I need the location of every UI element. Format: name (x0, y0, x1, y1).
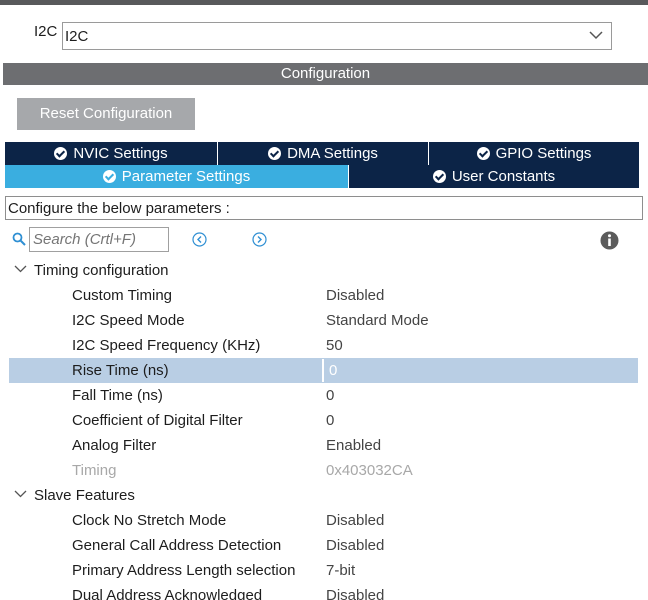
group-label: Timing configuration (34, 262, 169, 279)
mode-label: I2C (34, 23, 58, 40)
param-value[interactable]: 0 (326, 412, 334, 429)
param-value: 0x403032CA (326, 462, 413, 479)
param-row[interactable]: Fall Time (ns) 0 (9, 383, 638, 408)
param-row[interactable]: Custom Timing Disabled (9, 283, 638, 308)
param-row[interactable]: I2C Speed Frequency (KHz) 50 (9, 333, 638, 358)
param-value[interactable]: Enabled (326, 437, 381, 454)
param-value[interactable]: 50 (326, 337, 343, 354)
search-previous-icon[interactable] (192, 232, 207, 247)
param-name: Dual Address Acknowledged (72, 587, 263, 600)
param-value[interactable]: 7-bit (326, 562, 355, 579)
param-value[interactable]: 0 (326, 387, 334, 404)
param-name: Fall Time (ns) (72, 387, 163, 404)
param-value[interactable]: Standard Mode (326, 312, 429, 329)
tab-nvic-settings[interactable]: NVIC Settings (5, 142, 218, 165)
param-row[interactable]: I2C Speed Mode Standard Mode (9, 308, 638, 333)
search-input[interactable] (29, 227, 169, 252)
param-value[interactable]: Disabled (326, 287, 384, 304)
group-label: Slave Features (34, 487, 135, 504)
tab-user-constants[interactable]: User Constants (349, 165, 639, 188)
tab-gpio-settings[interactable]: GPIO Settings (429, 142, 639, 165)
check-icon (102, 170, 116, 183)
param-row[interactable]: Primary Address Length selection 7-bit (9, 558, 638, 583)
mode-select-value: I2C (65, 28, 89, 45)
group-slave-features[interactable]: Slave Features (9, 483, 638, 508)
param-row[interactable]: Dual Address Acknowledged Disabled (9, 583, 638, 600)
tab-dma-settings[interactable]: DMA Settings (218, 142, 429, 165)
param-name: Coefficient of Digital Filter (72, 412, 243, 429)
mode-row: I2C I2C (0, 5, 648, 61)
info-icon[interactable] (600, 231, 619, 250)
check-icon (476, 147, 490, 160)
param-value[interactable]: Disabled (326, 587, 384, 600)
parameters-hint: Configure the below parameters : (8, 200, 230, 217)
param-name: Rise Time (ns) (72, 362, 169, 379)
param-name: Timing (72, 462, 117, 479)
check-icon (432, 170, 446, 183)
tab-label: NVIC Settings (73, 144, 168, 162)
param-name: Primary Address Length selection (72, 562, 296, 579)
param-value[interactable]: Disabled (326, 512, 384, 529)
chevron-down-icon (14, 490, 27, 498)
chevron-down-icon (589, 31, 603, 40)
param-value[interactable]: Disabled (326, 537, 384, 554)
param-row-disabled: Timing 0x403032CA (9, 458, 638, 483)
configuration-title-bar: Configuration (3, 63, 648, 85)
param-row-selected[interactable]: Rise Time (ns) 0 (9, 358, 638, 383)
param-name: Clock No Stretch Mode (72, 512, 227, 529)
configuration-panel: Reset Configuration NVIC Settings DMA Se… (3, 85, 648, 600)
tab-label: Parameter Settings (121, 167, 251, 185)
reset-configuration-button[interactable]: Reset Configuration (17, 98, 195, 130)
param-row[interactable]: General Call Address Detection Disabled (9, 533, 638, 558)
tab-label: GPIO Settings (495, 144, 592, 162)
param-name: I2C Speed Frequency (KHz) (72, 337, 261, 354)
param-row[interactable]: Analog Filter Enabled (9, 433, 638, 458)
parameters-hint-box: Configure the below parameters : (5, 196, 643, 220)
value-cell-divider (322, 359, 324, 382)
tab-label: User Constants (451, 167, 556, 185)
tab-parameter-settings[interactable]: Parameter Settings (5, 165, 349, 188)
param-value[interactable]: 0 (329, 362, 337, 379)
chevron-down-icon (14, 265, 27, 273)
param-row[interactable]: Clock No Stretch Mode Disabled (9, 508, 638, 533)
search-next-icon[interactable] (252, 232, 267, 247)
param-name: General Call Address Detection (72, 537, 282, 554)
param-name: Analog Filter (72, 437, 157, 454)
tab-label: DMA Settings (287, 144, 378, 162)
search-icon (12, 232, 26, 246)
check-icon (54, 147, 68, 160)
group-timing-configuration[interactable]: Timing configuration (9, 258, 638, 283)
mode-select[interactable]: I2C (62, 22, 612, 50)
param-row[interactable]: Coefficient of Digital Filter 0 (9, 408, 638, 433)
param-name: I2C Speed Mode (72, 312, 185, 329)
param-name: Custom Timing (72, 287, 173, 304)
check-icon (268, 147, 282, 160)
